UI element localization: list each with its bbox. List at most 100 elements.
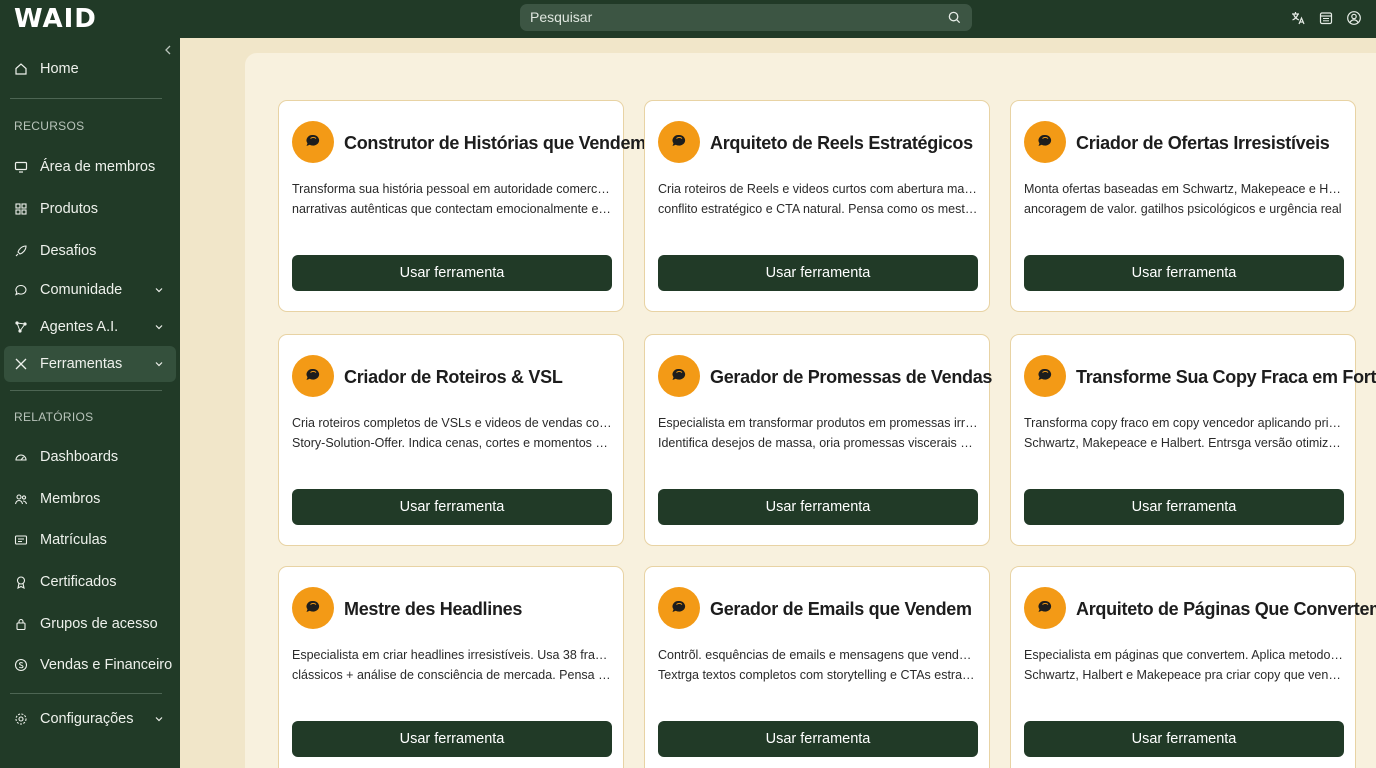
card-title: Arquiteto de Páginas Que Convertem [1076, 599, 1376, 619]
tool-card: Construtor de Histórias que Vendem Transf… [278, 100, 646, 312]
card-description-line: Schwartz, Makepeace e Halbert. Entrsga v… [1024, 436, 1344, 450]
grid-icon [15, 203, 27, 215]
use-tool-button[interactable]: Usar ferramenta [658, 255, 978, 291]
sidebar-item-label: Home [40, 61, 79, 77]
search-bar[interactable]: Pesquisar [520, 4, 972, 31]
tool-card: Arquiteto de Páginas Que Convertem Especi… [1010, 566, 1376, 768]
top-bar: WAID Pesquisar [0, 0, 1376, 38]
card-description: Especialista em transformar produtos em … [658, 413, 978, 453]
card-description-line: Schwartz, Halbert e Makepeace pra criar … [1024, 668, 1344, 682]
sidebar-item-label: Vendas e Financeiro [40, 657, 173, 673]
chat-bubble-icon [292, 355, 334, 397]
sidebar-item-label: Certificados [40, 574, 117, 590]
sidebar-item-area-de-membros[interactable]: Área de membros [4, 149, 176, 185]
sidebar-item-label: Configurações [40, 711, 134, 727]
card-description-line: narrativas autênticas que contectam emoc… [292, 202, 612, 216]
sidebar: Home RECURSOS Área de membros Produtos D… [0, 38, 180, 768]
card-description: Transforma sua história pessoal em autor… [292, 179, 612, 219]
tools-icon [15, 358, 27, 370]
sidebar-item-certificados[interactable]: Certificados [4, 564, 176, 600]
card-description: Cria roteiros completos de VSLs e videos… [292, 413, 612, 453]
currency-icon [14, 658, 28, 672]
sidebar-item-desafios[interactable]: Desafios [4, 233, 176, 269]
card-title: Arquiteto de Reels Estratégicos [710, 133, 973, 153]
sidebar-item-produtos[interactable]: Produtos [4, 191, 176, 227]
use-tool-button[interactable]: Usar ferramenta [1024, 489, 1344, 525]
card-description-line: ancoragem de valor. gatilhos psicológico… [1024, 202, 1342, 216]
chevron-down-icon[interactable] [154, 715, 164, 723]
card-description-line: Transforma sua história pessoal em autor… [292, 182, 612, 196]
sidebar-item-comunidade[interactable]: Comunidade [4, 272, 176, 308]
chevron-down-icon[interactable] [154, 323, 164, 331]
sidebar-item-matriculas[interactable]: Matrículas [4, 522, 176, 558]
use-tool-button[interactable]: Usar ferramenta [658, 721, 978, 757]
divider [10, 693, 162, 694]
monitor-icon [14, 161, 28, 173]
lock-icon [16, 618, 26, 631]
app-logo[interactable]: WAID [14, 4, 97, 34]
chat-bubble-icon [292, 587, 334, 629]
gauge-icon [15, 454, 27, 461]
sidebar-item-ferramentas[interactable]: Ferramentas [4, 346, 176, 382]
use-tool-button[interactable]: Usar ferramenta [292, 255, 612, 291]
card-description: Cria roteiros de Reels e videos curtos c… [658, 179, 978, 219]
card-description: Contrõl. esquências de emails e mensagen… [658, 645, 978, 685]
card-description-line: Story-Solution-Offer. Indica cenas, cort… [292, 436, 612, 450]
card-description-line: Identifica desejos de massa, oria promes… [658, 436, 978, 450]
chevron-down-icon[interactable] [154, 360, 164, 368]
sidebar-item-label: Produtos [40, 201, 99, 217]
sidebar-item-dashboards[interactable]: Dashboards [4, 439, 176, 475]
use-tool-button[interactable]: Usar ferramenta [292, 721, 612, 757]
sidebar-item-label: Grupos de acesso [40, 616, 158, 632]
card-description-line: Monta ofertas baseadas em Schwartz, Make… [1024, 182, 1344, 196]
sidebar-item-agentes-ai[interactable]: Agentes A.I. [4, 309, 176, 345]
chat-bubble-icon [292, 121, 334, 163]
card-description: Especialista em criar headlines irresist… [292, 645, 612, 685]
use-tool-button[interactable]: Usar ferramenta [292, 489, 612, 525]
chevron-down-icon[interactable] [154, 286, 164, 294]
use-tool-button[interactable]: Usar ferramenta [1024, 255, 1344, 291]
chat-bubble-icon [658, 587, 700, 629]
sidebar-item-vendas-e-financeiro[interactable]: Vendas e Financeiro [4, 647, 176, 683]
card-description-line: clássicos + análise de consciência de me… [292, 668, 612, 682]
sidebar-item-configuracoes[interactable]: Configurações [4, 701, 176, 737]
card-description-line: Especialista em transformar produtos em … [658, 416, 978, 430]
network-icon [15, 321, 27, 333]
tool-card: Gerador de Emails que Vendem Contrõl. esq… [644, 566, 990, 768]
sidebar-item-label: Comunidade [40, 282, 123, 298]
translate-icon[interactable] [1290, 10, 1306, 26]
card-title: Gerador de Promessas de Vendas [710, 367, 993, 387]
sidebar-item-label: Ferramentas [40, 356, 123, 372]
card-description-line: conflito estratégico e CTA natural. Pens… [658, 202, 978, 216]
users-icon [14, 494, 28, 505]
card-description-line: Especialista em páginas que convertem. A… [1024, 648, 1344, 662]
card-title: Mestre des Headlines [344, 599, 523, 619]
rocket-icon [15, 245, 27, 257]
use-tool-button[interactable]: Usar ferramenta [658, 489, 978, 525]
card-description-line: Transforma copy fraco em copy vencedor a… [1024, 416, 1344, 430]
user-circle-icon[interactable] [1346, 10, 1362, 26]
calendar-icon[interactable] [1318, 10, 1334, 26]
sidebar-item-home[interactable]: Home [4, 51, 176, 87]
sidebar-item-label: Agentes A.I. [40, 319, 119, 335]
divider [10, 390, 162, 391]
chat-bubble-icon [658, 355, 700, 397]
card-description-line: Textrga textos completos com storytellin… [658, 668, 978, 682]
search-icon[interactable] [947, 10, 962, 25]
card-title: Criador de Ofertas Irresistíveis [1076, 133, 1330, 153]
use-tool-button[interactable]: Usar ferramenta [1024, 721, 1344, 757]
card-title: Construtor de Histórias que Vendem [344, 133, 646, 153]
sidebar-item-grupos-de-acesso[interactable]: Grupos de acesso [4, 606, 176, 642]
sidebar-item-membros[interactable]: Membros [4, 481, 176, 517]
home-icon [15, 63, 27, 75]
award-icon [16, 576, 26, 589]
sidebar-item-label: Membros [40, 491, 101, 507]
tool-card: Criador de Roteiros & VSL Cria roteiros c… [278, 334, 624, 546]
search-input[interactable]: Pesquisar [530, 9, 592, 25]
card-description-line: Contrõl. esquências de emails e mensagen… [658, 648, 978, 662]
chat-bubble-icon [1024, 587, 1066, 629]
card-description-line: Especialista em criar headlines irresist… [292, 648, 612, 662]
card-description: Especialista em páginas que convertem. A… [1024, 645, 1344, 685]
sidebar-item-label: Dashboards [40, 449, 119, 465]
id-card-icon [14, 535, 28, 545]
